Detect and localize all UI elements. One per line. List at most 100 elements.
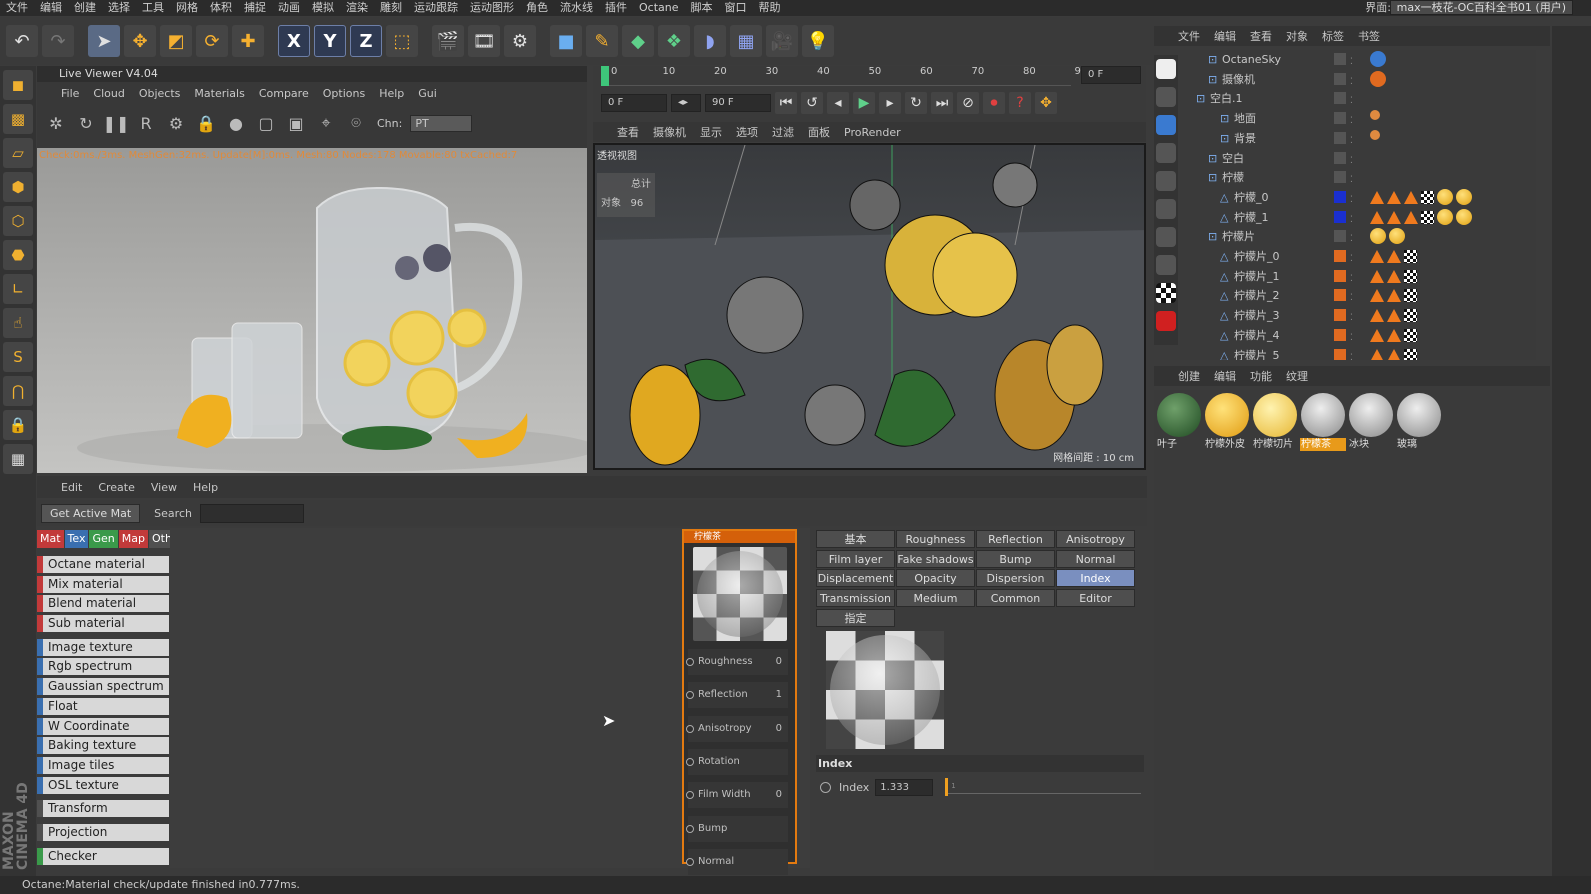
category-tab-2[interactable]: Gen	[89, 530, 118, 548]
node-list-item[interactable]: Image texture	[37, 638, 169, 656]
object-row[interactable]: 柠檬_1 △ ⁚	[1180, 208, 1536, 227]
polygons-mode-icon[interactable]: ⬣	[3, 240, 33, 270]
node-editor-menu-item-3[interactable]: Help	[193, 481, 218, 494]
magnet-icon[interactable]: ⋂	[3, 376, 33, 406]
layer-color-swatch[interactable]	[1334, 171, 1346, 184]
phong-tag-icon[interactable]	[1387, 190, 1401, 204]
phong-tag-icon[interactable]	[1387, 269, 1401, 283]
attr-tab[interactable]: Opacity	[896, 569, 975, 588]
layer-color-swatch[interactable]	[1334, 72, 1346, 85]
phong-tag-icon[interactable]	[1370, 348, 1384, 360]
node-list-item[interactable]: Octane material	[37, 556, 169, 573]
index-field[interactable]: 1.333	[875, 778, 934, 796]
layer-color-swatch[interactable]	[1334, 151, 1346, 164]
frame-box[interactable]: 0 F	[1081, 66, 1141, 84]
layer-color-swatch[interactable]	[1334, 131, 1346, 144]
end-frame-field[interactable]: 90 F	[705, 94, 771, 112]
viewport-menu-item-1[interactable]: 摄像机	[653, 124, 686, 140]
phong-tag-icon[interactable]	[1404, 210, 1418, 224]
layout-select[interactable]: max一枝花-OC百科全书01 (用户)	[1389, 0, 1573, 15]
object-row[interactable]: 柠檬片 ⊡ ⁚	[1180, 227, 1536, 246]
attr-tab[interactable]: Common	[976, 589, 1055, 608]
node-list-item[interactable]: Sub material	[37, 615, 169, 633]
om-menu-item-4[interactable]: 标签	[1322, 28, 1344, 44]
octane-sky-tag-icon[interactable]	[1370, 51, 1386, 67]
node-list-item[interactable]: Image tiles	[37, 756, 169, 774]
attr-tab[interactable]: Index	[1056, 569, 1135, 588]
object-row[interactable]: 柠檬_0 △ ⁚	[1180, 188, 1536, 207]
workplane-icon[interactable]: ▱	[3, 138, 33, 168]
phong-tag-icon[interactable]	[1387, 348, 1401, 360]
uv-tag-icon[interactable]	[1404, 348, 1417, 360]
om-menu-item-1[interactable]: 编辑	[1214, 28, 1236, 44]
layer-color-swatch[interactable]	[1334, 309, 1346, 322]
material-swatch[interactable]: 冰块	[1348, 392, 1394, 452]
next-frame-icon[interactable]: ▸	[879, 92, 901, 114]
material-tag-icon[interactable]	[1437, 208, 1453, 225]
phong-tag-icon[interactable]	[1370, 289, 1384, 303]
mm-menu-item-0[interactable]: 创建	[1178, 368, 1200, 384]
menu-item-19[interactable]: 窗口	[719, 0, 753, 16]
attr-tab[interactable]: Transmission	[816, 589, 895, 608]
move-tool-icon[interactable]: ✥	[124, 25, 156, 57]
material-swatch[interactable]: 玻璃	[1396, 392, 1442, 452]
menu-item-2[interactable]: 创建	[68, 0, 102, 16]
render-icon[interactable]	[1156, 59, 1176, 79]
node-list-item[interactable]: Gaussian spectrum	[37, 678, 169, 696]
layer-color-swatch[interactable]	[1334, 112, 1346, 125]
phong-tag-icon[interactable]	[1370, 269, 1384, 283]
perspective-viewport[interactable]: 透视视图 总计 对象 96 网格间距 : 10 cm	[593, 143, 1146, 470]
light-icon[interactable]: 💡	[802, 25, 834, 57]
material-ball-icon[interactable]: ●	[223, 110, 249, 136]
uv-tag-icon[interactable]	[1421, 190, 1434, 204]
prev-frame-icon[interactable]: ◂	[827, 92, 849, 114]
om-menu-item-3[interactable]: 对象	[1286, 28, 1308, 44]
menu-item-10[interactable]: 渲染	[340, 0, 374, 16]
node-list-item[interactable]: Checker	[37, 847, 169, 865]
transform-tool-icon[interactable]: ✚	[232, 25, 264, 57]
mm-menu-item-3[interactable]: 纹理	[1286, 368, 1308, 384]
grid-icon[interactable]: ▦	[3, 444, 33, 474]
array-icon[interactable]: ❖	[658, 25, 690, 57]
prev-key-icon[interactable]: ↺	[801, 92, 823, 114]
material-tag-icon[interactable]	[1370, 228, 1386, 245]
uv-tag-icon[interactable]	[1404, 309, 1417, 323]
attr-tab[interactable]: Film layer	[816, 549, 895, 568]
edges-mode-icon[interactable]: ⬡	[3, 206, 33, 236]
attr-tab[interactable]: Normal	[1056, 549, 1135, 568]
viewport-menu-item-6[interactable]: ProRender	[844, 126, 901, 139]
next-key-icon[interactable]: ↻	[905, 92, 927, 114]
menu-item-5[interactable]: 网格	[170, 0, 204, 16]
phong-tag-icon[interactable]	[1370, 190, 1384, 204]
lv-menu-item-6[interactable]: Help	[379, 87, 404, 100]
menu-item-4[interactable]: 工具	[136, 0, 170, 16]
clay-mode-icon[interactable]: ▢	[253, 110, 279, 136]
uv-tag-icon[interactable]	[1404, 328, 1417, 342]
menu-item-0[interactable]: 文件	[0, 0, 34, 16]
start-frame-field[interactable]: 0 F	[601, 94, 667, 112]
region-icon[interactable]: ▣	[283, 110, 309, 136]
tag-icon[interactable]	[1370, 129, 1380, 140]
mm-menu-item-2[interactable]: 功能	[1250, 368, 1272, 384]
layer-color-swatch[interactable]	[1334, 230, 1346, 243]
object-row[interactable]: 背景 ⊡ ⁚	[1180, 129, 1536, 148]
render-view-icon[interactable]: 🎬	[432, 25, 464, 57]
object-row[interactable]: 柠檬片_1 △ ⁚	[1180, 267, 1536, 286]
pick-icon[interactable]: ⌾	[343, 110, 369, 136]
node-pin[interactable]: Reflection 1	[686, 682, 788, 709]
axis-icon[interactable]: ∟	[3, 274, 33, 304]
layer-color-swatch[interactable]	[1334, 210, 1346, 223]
object-row[interactable]: 柠檬片_5 △ ⁚	[1180, 346, 1536, 360]
menu-item-3[interactable]: 选择	[102, 0, 136, 16]
render-picture-viewer-icon[interactable]: 🎞	[468, 25, 500, 57]
lv-menu-item-7[interactable]: Gui	[418, 87, 437, 100]
attr-tab[interactable]: Anisotropy	[1056, 530, 1135, 548]
layer-color-swatch[interactable]	[1334, 92, 1346, 105]
rotate-tool-icon[interactable]: ⟳	[196, 25, 228, 57]
phong-tag-icon[interactable]	[1387, 328, 1401, 342]
material-icon[interactable]	[1156, 143, 1176, 163]
category-tab-3[interactable]: Map	[118, 530, 148, 548]
viewport-menu-item-4[interactable]: 过滤	[772, 124, 794, 140]
node-list-item[interactable]: Mix material	[37, 575, 169, 593]
goto-start-icon[interactable]: ⏮	[775, 92, 797, 114]
